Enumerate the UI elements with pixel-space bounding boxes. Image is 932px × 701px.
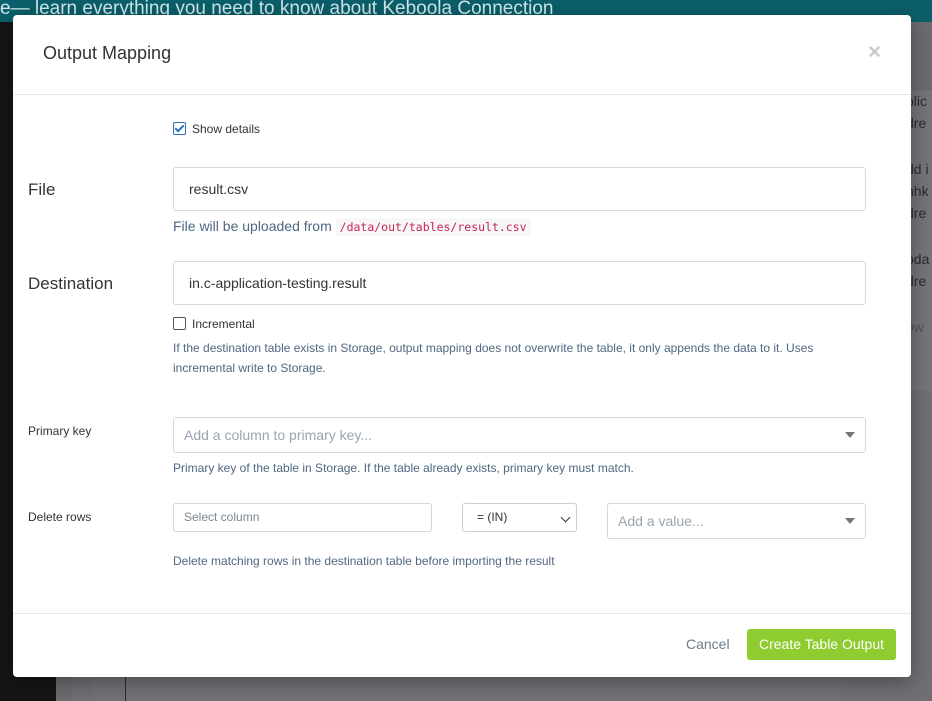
show-details-row[interactable]: Show details bbox=[173, 120, 260, 138]
delete-rows-column-input[interactable]: Select column bbox=[173, 503, 432, 532]
create-table-output-button[interactable]: Create Table Output bbox=[747, 629, 896, 660]
destination-label: Destination bbox=[28, 274, 114, 293]
delete-rows-operator-value: = (IN) bbox=[477, 510, 508, 524]
incremental-label: Incremental bbox=[192, 316, 255, 331]
modal-header: Output Mapping × bbox=[13, 15, 911, 95]
cancel-button[interactable]: Cancel bbox=[686, 636, 730, 652]
delete-rows-label: Delete rows bbox=[28, 510, 92, 524]
primary-key-label: Primary key bbox=[28, 424, 92, 438]
background-divider bbox=[125, 676, 126, 701]
delete-rows-help: Delete matching rows in the destination … bbox=[173, 554, 555, 568]
file-help: File will be uploaded from /data/out/tab… bbox=[173, 218, 531, 236]
delete-rows-column-placeholder: Select column bbox=[184, 510, 260, 524]
delete-rows-operator-select[interactable]: = (IN) bbox=[462, 503, 577, 532]
delete-rows-value-placeholder: Add a value... bbox=[618, 513, 704, 529]
primary-key-help: Primary key of the table in Storage. If … bbox=[173, 461, 634, 475]
close-icon[interactable]: × bbox=[868, 41, 881, 63]
primary-key-select[interactable]: Add a column to primary key... bbox=[173, 417, 866, 453]
modal-title: Output Mapping bbox=[43, 43, 172, 63]
file-input[interactable]: result.csv bbox=[173, 167, 866, 211]
modal-footer: Cancel Create Table Output bbox=[13, 613, 911, 678]
file-label: File bbox=[28, 180, 56, 199]
show-details-label: Show details bbox=[192, 121, 261, 136]
delete-rows-value-select[interactable]: Add a value... bbox=[607, 503, 866, 539]
output-mapping-modal: Output Mapping × Show details File resul… bbox=[13, 15, 911, 677]
incremental-help: If the destination table exists in Stora… bbox=[173, 338, 873, 378]
incremental-checkbox[interactable] bbox=[173, 317, 186, 331]
chevron-down-icon[interactable] bbox=[845, 518, 855, 524]
chevron-down-icon[interactable] bbox=[845, 432, 855, 438]
incremental-help-line: If the destination table exists in Stora… bbox=[173, 341, 814, 355]
file-path-code: /data/out/tables/result.csv bbox=[335, 218, 531, 236]
show-details-checkbox[interactable] bbox=[173, 122, 186, 136]
incremental-help-line: incremental write to Storage. bbox=[173, 361, 326, 375]
destination-input[interactable]: in.c-application-testing.result bbox=[173, 261, 866, 305]
background-bottom-area bbox=[92, 676, 842, 701]
chevron-down-icon[interactable] bbox=[560, 512, 571, 523]
file-help-text: File will be uploaded from bbox=[173, 218, 332, 234]
primary-key-placeholder: Add a column to primary key... bbox=[184, 427, 373, 443]
incremental-row[interactable]: Incremental bbox=[173, 315, 255, 333]
